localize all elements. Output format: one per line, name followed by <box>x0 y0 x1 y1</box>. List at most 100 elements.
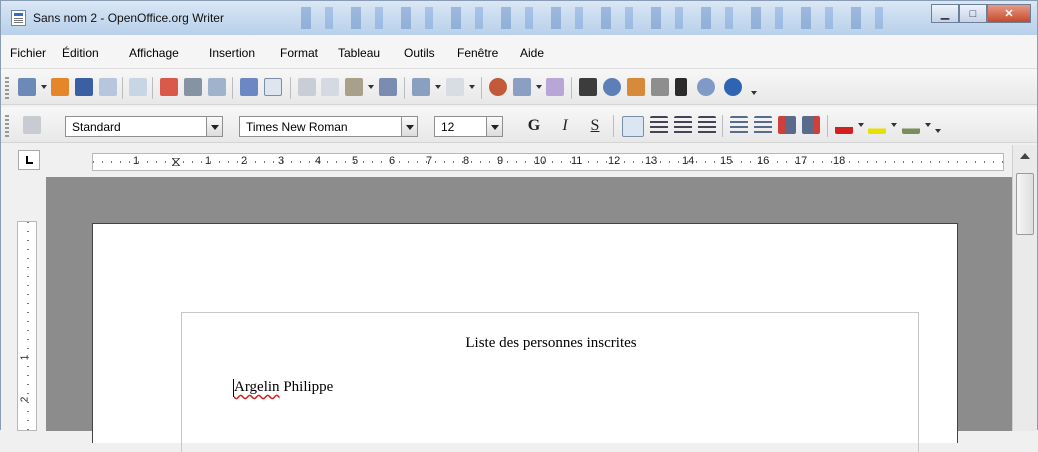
background-color-icon[interactable] <box>902 116 920 134</box>
zoom-icon[interactable] <box>697 78 715 96</box>
ruler-number: 9 <box>497 155 504 167</box>
align-right-icon[interactable] <box>674 116 692 134</box>
font-color-icon[interactable] <box>835 116 853 134</box>
gallery-icon[interactable] <box>603 78 621 96</box>
underline-button[interactable]: S <box>584 116 606 137</box>
styles-formatting-icon[interactable] <box>23 116 41 134</box>
ruler-number: 6 <box>389 155 396 167</box>
redo-icon[interactable] <box>446 78 464 96</box>
scroll-up-icon[interactable] <box>1020 153 1030 159</box>
close-button[interactable]: ✕ <box>987 4 1031 23</box>
cut-icon[interactable] <box>298 78 316 96</box>
chevron-down-icon[interactable] <box>925 123 931 127</box>
save-icon[interactable] <box>75 78 93 96</box>
toolbar-separator <box>613 115 614 137</box>
formatting-marks-icon[interactable] <box>675 78 687 96</box>
document-text[interactable]: Philippe <box>280 379 333 395</box>
tab-type-selector[interactable] <box>18 150 40 170</box>
chevron-down-icon[interactable] <box>41 85 47 89</box>
ruler-number: 11 <box>571 155 583 167</box>
font-size-combo[interactable]: 12 <box>434 116 487 137</box>
table-icon[interactable] <box>513 78 531 96</box>
increase-indent-icon[interactable] <box>802 116 820 134</box>
decrease-indent-icon[interactable] <box>778 116 796 134</box>
menu-edition[interactable]: Édition <box>62 46 99 60</box>
chevron-down-icon[interactable] <box>891 123 897 127</box>
copy-icon[interactable] <box>321 78 339 96</box>
menu-fichier[interactable]: Fichier <box>10 46 46 60</box>
title-bar-decoration <box>301 7 901 29</box>
edit-file-icon[interactable] <box>129 78 147 96</box>
format-paintbrush-icon[interactable] <box>379 78 397 96</box>
toolbar-overflow-icon[interactable] <box>935 129 941 133</box>
bullets-icon[interactable] <box>754 116 772 134</box>
document-canvas[interactable]: Liste des personnes inscrites Argelin Ph… <box>46 177 1012 452</box>
chevron-down-icon[interactable] <box>435 85 441 89</box>
find-replace-icon[interactable] <box>579 78 597 96</box>
menu-aide[interactable]: Aide <box>520 46 544 60</box>
chevron-down-icon[interactable] <box>368 85 374 89</box>
misspelled-word[interactable]: Argelin <box>234 379 280 395</box>
document-line[interactable]: Argelin Philippe <box>234 379 333 396</box>
undo-icon[interactable] <box>412 78 430 96</box>
ruler-number: 14 <box>682 155 695 167</box>
chevron-down-icon[interactable] <box>536 85 542 89</box>
help-icon[interactable] <box>724 78 742 96</box>
minimize-button[interactable]: ▁ <box>931 4 959 23</box>
vertical-ruler[interactable]: 1 2 <box>17 221 37 431</box>
document-page[interactable]: Liste des personnes inscrites Argelin Ph… <box>92 223 958 452</box>
spellcheck-icon[interactable] <box>240 78 258 96</box>
ruler-number: 2 <box>241 155 248 167</box>
justify-icon[interactable] <box>698 116 716 134</box>
toolbar-separator <box>404 77 405 99</box>
highlighting-icon[interactable] <box>868 116 886 134</box>
horizontal-ruler[interactable]: 1 ⧖ 1 2 3 4 5 6 7 8 9 10 11 12 13 14 15 … <box>92 153 1004 171</box>
menu-insertion[interactable]: Insertion <box>209 46 255 60</box>
page-preview-icon[interactable] <box>208 78 226 96</box>
toolbar-grip[interactable] <box>5 115 9 137</box>
navigator-icon[interactable] <box>489 78 507 96</box>
vertical-scrollbar[interactable] <box>1012 145 1037 431</box>
chevron-down-icon[interactable] <box>858 123 864 127</box>
menu-format[interactable]: Format <box>280 46 318 60</box>
toolbar-overflow-icon[interactable] <box>751 91 757 95</box>
toolbar-separator <box>722 115 723 137</box>
numbering-icon[interactable] <box>730 116 748 134</box>
italic-button[interactable]: I <box>554 116 576 137</box>
print-icon[interactable] <box>184 78 202 96</box>
ruler-number: 5 <box>352 155 359 167</box>
database-icon[interactable] <box>651 78 669 96</box>
bold-button[interactable]: G <box>523 116 545 137</box>
maximize-button[interactable]: □ <box>959 4 987 23</box>
paste-icon[interactable] <box>345 78 363 96</box>
toolbar-separator <box>481 77 482 99</box>
autospellcheck-icon[interactable] <box>264 78 282 96</box>
left-indent-marker[interactable]: ⧖ <box>171 153 181 170</box>
paragraph-style-dropdown[interactable] <box>206 116 223 137</box>
menu-fenetre[interactable]: Fenêtre <box>457 46 498 60</box>
email-icon[interactable] <box>99 78 117 96</box>
toolbar-grip[interactable] <box>5 77 9 99</box>
vruler-number: 2 <box>19 396 31 403</box>
title-bar: Sans nom 2 - OpenOffice.org Writer ▁ □ ✕ <box>1 1 1037 35</box>
align-center-icon[interactable] <box>650 116 668 134</box>
font-size-dropdown[interactable] <box>486 116 503 137</box>
paragraph-style-combo[interactable]: Standard <box>65 116 207 137</box>
draw-functions-icon[interactable] <box>546 78 564 96</box>
font-name-dropdown[interactable] <box>401 116 418 137</box>
text-boundaries[interactable]: Liste des personnes inscrites Argelin Ph… <box>181 312 919 452</box>
menu-outils[interactable]: Outils <box>404 46 435 60</box>
document-heading[interactable]: Liste des personnes inscrites <box>182 335 920 352</box>
scrollbar-thumb[interactable] <box>1016 173 1034 235</box>
menu-affichage[interactable]: Affichage <box>129 46 179 60</box>
align-left-icon[interactable] <box>622 116 644 137</box>
data-sources-icon[interactable] <box>627 78 645 96</box>
export-pdf-icon[interactable] <box>160 78 178 96</box>
new-document-icon[interactable] <box>18 78 36 96</box>
ruler-number: 13 <box>645 155 658 167</box>
font-name-combo[interactable]: Times New Roman <box>239 116 402 137</box>
chevron-down-icon[interactable] <box>469 85 475 89</box>
open-icon[interactable] <box>51 78 69 96</box>
menu-tableau[interactable]: Tableau <box>338 46 380 60</box>
ruler-number: 16 <box>757 155 770 167</box>
